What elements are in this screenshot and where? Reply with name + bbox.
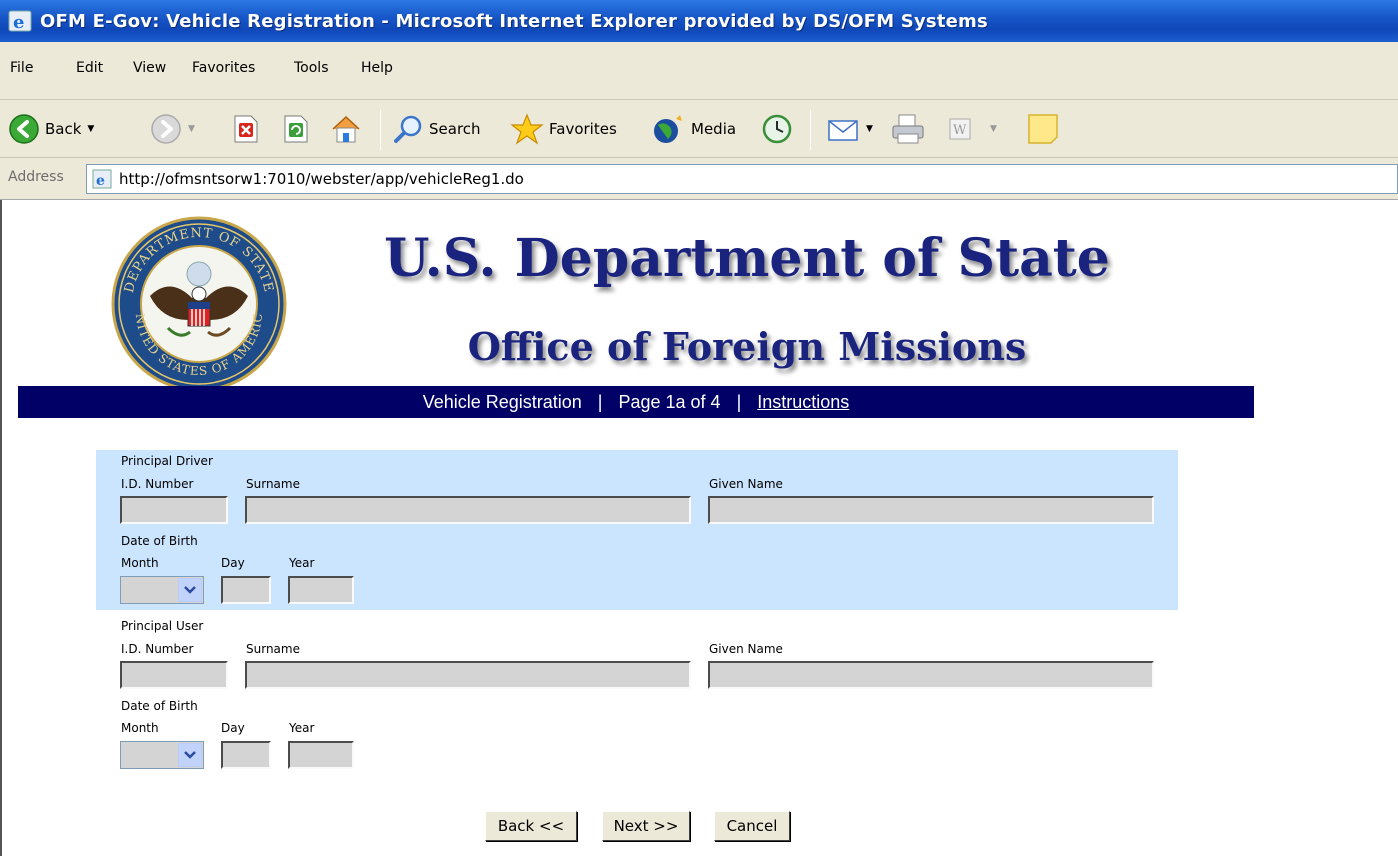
- user-given-name-label: Given Name: [709, 642, 783, 656]
- driver-year-field[interactable]: [288, 576, 354, 604]
- chevron-down-icon[interactable]: ▼: [188, 124, 195, 134]
- principal-user-heading: Principal User: [121, 619, 204, 633]
- address-input[interactable]: e http://ofmsntsorw1:7010/webster/app/ve…: [86, 164, 1398, 194]
- department-seal-icon: DEPARTMENT OF STATE UNITED STATES OF AME…: [110, 216, 287, 392]
- media-label: Media: [691, 120, 737, 138]
- favorites-button[interactable]: Favorites: [510, 100, 617, 158]
- breadcrumb: Vehicle Registration | Page 1a of 4 | In…: [18, 386, 1254, 418]
- user-month-select[interactable]: [120, 741, 204, 769]
- user-surname-label: Surname: [246, 642, 300, 656]
- mail-button[interactable]: ▼: [826, 100, 873, 158]
- user-id-label: I.D. Number: [121, 642, 194, 656]
- user-year-field[interactable]: [288, 741, 354, 769]
- user-dob-label: Date of Birth: [121, 699, 198, 713]
- user-year-label: Year: [289, 721, 315, 735]
- home-icon: [332, 115, 360, 143]
- star-icon: [510, 113, 544, 145]
- forward-arrow-icon: [151, 114, 181, 144]
- address-label: Address: [8, 169, 64, 185]
- menu-favorites[interactable]: Favorites: [192, 60, 255, 76]
- driver-year-label: Year: [289, 556, 315, 570]
- window-title-bar: e OFM E-Gov: Vehicle Registration - Micr…: [0, 0, 1398, 42]
- print-icon: [892, 114, 924, 144]
- chevron-down-icon[interactable]: ▼: [866, 124, 873, 134]
- user-given-name-field[interactable]: [708, 661, 1154, 689]
- ie-logo-icon: e: [8, 10, 32, 33]
- driver-dob-label: Date of Birth: [121, 534, 198, 548]
- back-button[interactable]: Back ▼: [8, 100, 94, 158]
- driver-surname-field[interactable]: [245, 496, 691, 524]
- driver-day-field[interactable]: [221, 576, 271, 604]
- back-label: Back: [45, 120, 82, 138]
- principal-driver-heading: Principal Driver: [121, 454, 213, 468]
- chevron-down-icon[interactable]: [178, 578, 202, 602]
- instructions-link[interactable]: Instructions: [757, 392, 849, 413]
- print-button[interactable]: [890, 100, 926, 158]
- chevron-down-icon[interactable]: ▼: [990, 124, 997, 134]
- search-icon: [394, 115, 422, 143]
- favorites-label: Favorites: [549, 120, 617, 138]
- page-content: DEPARTMENT OF STATE UNITED STATES OF AME…: [0, 200, 1398, 856]
- refresh-icon: [284, 115, 308, 143]
- note-icon: [1028, 114, 1058, 144]
- user-day-field[interactable]: [221, 741, 271, 769]
- user-id-field[interactable]: [120, 661, 228, 689]
- menu-file[interactable]: File: [10, 60, 33, 76]
- chevron-down-icon[interactable]: [178, 743, 202, 767]
- menu-view[interactable]: View: [133, 60, 166, 76]
- edit-button[interactable]: W ▼: [948, 100, 997, 158]
- page-subtitle: Office of Foreign Missions: [467, 324, 1027, 369]
- driver-surname-label: Surname: [246, 477, 300, 491]
- media-button[interactable]: Media: [650, 100, 736, 158]
- user-month-label: Month: [121, 721, 159, 735]
- breadcrumb-separator: |: [597, 391, 603, 412]
- notes-button[interactable]: [1026, 100, 1060, 158]
- stop-icon: [234, 115, 258, 143]
- stop-button[interactable]: [232, 100, 260, 158]
- search-button[interactable]: Search: [392, 100, 481, 158]
- breadcrumb-section: Vehicle Registration: [422, 391, 582, 412]
- history-button[interactable]: [760, 100, 794, 158]
- page-title: U.S. Department of State: [384, 228, 1110, 289]
- svg-text:e: e: [96, 173, 105, 189]
- back-arrow-icon: [9, 114, 39, 144]
- address-url: http://ofmsntsorw1:7010/webster/app/vehi…: [119, 170, 524, 188]
- menu-bar: File Edit View Favorites Tools Help: [0, 42, 1398, 100]
- home-button[interactable]: [330, 100, 362, 158]
- mail-icon: [828, 120, 858, 141]
- breadcrumb-page: Page 1a of 4: [618, 391, 721, 412]
- driver-month-label: Month: [121, 556, 159, 570]
- forward-button[interactable]: ▼: [150, 100, 195, 158]
- media-icon: [654, 115, 682, 143]
- toolbar: Back ▼ ▼ Search Favorites Media ▼ W ▼: [0, 100, 1398, 158]
- menu-help[interactable]: Help: [361, 60, 393, 76]
- driver-day-label: Day: [221, 556, 245, 570]
- toolbar-separator: [810, 110, 811, 150]
- page-icon: e: [92, 169, 112, 189]
- user-surname-field[interactable]: [245, 661, 691, 689]
- driver-id-label: I.D. Number: [121, 477, 194, 491]
- next-button[interactable]: Next >>: [602, 811, 690, 841]
- svg-text:W: W: [953, 123, 967, 138]
- toolbar-separator: [380, 110, 381, 150]
- driver-month-select[interactable]: [120, 576, 204, 604]
- driver-given-name-field[interactable]: [708, 496, 1154, 524]
- chevron-down-icon[interactable]: ▼: [87, 124, 94, 134]
- driver-given-name-label: Given Name: [709, 477, 783, 491]
- driver-id-field[interactable]: [120, 496, 228, 524]
- back-form-button[interactable]: Back <<: [485, 811, 577, 841]
- address-bar: Address e http://ofmsntsorw1:7010/webste…: [0, 158, 1398, 200]
- svg-text:e: e: [13, 12, 24, 33]
- cancel-button[interactable]: Cancel: [714, 811, 790, 841]
- user-day-label: Day: [221, 721, 245, 735]
- window-title: OFM E-Gov: Vehicle Registration - Micros…: [40, 10, 988, 32]
- word-icon: W: [949, 118, 971, 140]
- menu-tools[interactable]: Tools: [294, 60, 329, 76]
- menu-edit[interactable]: Edit: [76, 60, 103, 76]
- breadcrumb-separator: |: [736, 391, 742, 412]
- history-icon: [762, 114, 792, 144]
- search-label: Search: [429, 120, 481, 138]
- refresh-button[interactable]: [282, 100, 310, 158]
